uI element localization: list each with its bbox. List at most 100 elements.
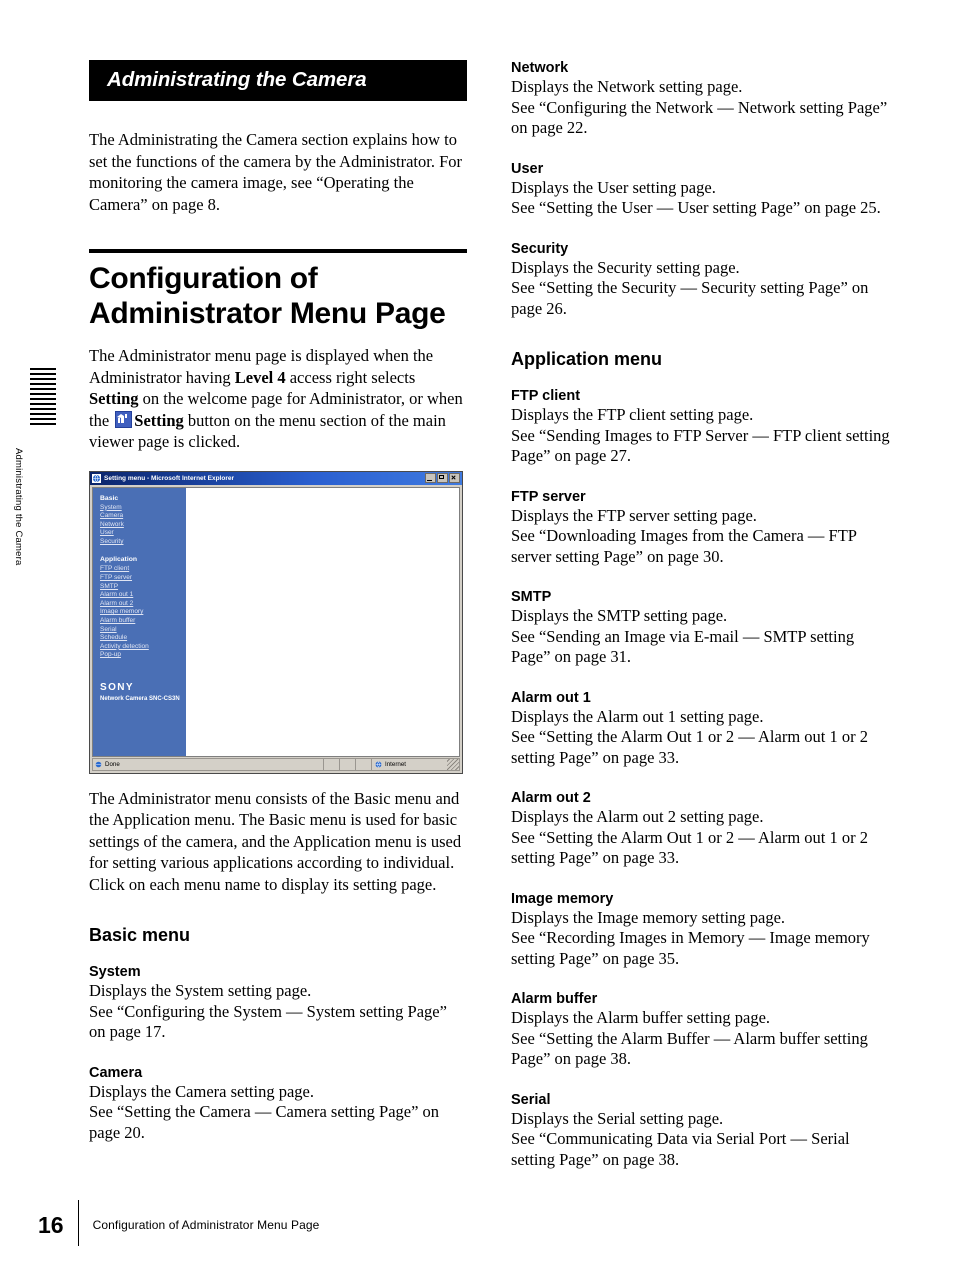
intro-paragraph: The Administrating the Camera section ex… [89, 130, 462, 214]
entry-title-user: User [511, 160, 544, 177]
sidebar-link-smtp[interactable]: SMTP [100, 583, 186, 592]
sidebar-link-security[interactable]: Security [100, 538, 186, 547]
lead-part-2: access right selects [285, 367, 416, 387]
minimize-button[interactable] [425, 473, 436, 483]
heading-application-menu: Application menu [511, 349, 663, 369]
ie-window-icon [92, 473, 101, 483]
footer-running-title: Configuration of Administrator Menu Page [92, 1218, 320, 1232]
ie-window-buttons [425, 473, 460, 483]
maximize-button[interactable] [437, 473, 448, 483]
entry-desc-alarm-out-2-line1: Displays the Alarm out 2 setting page. [511, 807, 764, 826]
security-zone: Internet [372, 759, 447, 770]
sidebar-group-basic-label: Basic [100, 494, 119, 502]
entry-desc-network-line1: Displays the Network setting page. [511, 77, 743, 96]
entry-desc-alarm-out-1-line2: See “Setting the Alarm Out 1 or 2 — Alar… [511, 727, 868, 767]
margin-thumb-tab [30, 368, 56, 488]
left-column: Administrating the Camera The Administra… [89, 60, 467, 1143]
entry-desc-network-line2: See “Configuring the Network — Network s… [511, 97, 888, 138]
sidebar-link-network[interactable]: Network [100, 521, 186, 530]
page-title: Configuration of Administrator Menu Page [89, 262, 446, 330]
entry-title-smtp: SMTP [511, 589, 552, 605]
entry-desc-ftp-client-line1: Displays the FTP client setting page. [511, 405, 754, 424]
margin-section-label: Administrating the Camera [13, 448, 24, 566]
entry-desc-camera-line2: See “Setting the Camera — Camera setting… [89, 1102, 440, 1142]
entry-desc-alarm-buffer-line1: Displays the Alarm buffer setting page. [511, 1008, 771, 1027]
entry-title-network: Network [511, 60, 569, 76]
page-footer: 16 Configuration of Administrator Menu P… [38, 1200, 320, 1246]
entry-desc-smtp-line1: Displays the SMTP setting page. [511, 606, 728, 625]
entry-title-serial: Serial [511, 1091, 551, 1108]
setting-menu-content-pane [186, 487, 459, 756]
entry-title-system: System [89, 964, 141, 980]
lead-paragraph: The Administrator menu page is displayed… [89, 345, 467, 453]
sidebar-link-alarm-buffer[interactable]: Alarm buffer [100, 617, 186, 626]
sidebar-link-camera[interactable]: Camera [100, 512, 186, 521]
heading-basic-menu: Basic menu [89, 925, 191, 945]
sidebar-link-activity-detection[interactable]: Activity detection [100, 643, 186, 652]
lead-bold-setting-2: Setting [134, 410, 184, 430]
thumb-tab-stripes [30, 368, 56, 426]
sony-logo: SONY [100, 682, 134, 693]
status-pane-1 [324, 758, 340, 770]
screenshot-figure-setting-menu: Setting menu - Microsoft Internet Explor… [89, 470, 463, 774]
entry-desc-user-line1: Displays the User setting page. [511, 177, 716, 197]
entry-title-image-memory: Image memory [511, 890, 614, 907]
lead-bold-setting-1: Setting [89, 389, 139, 408]
ie-statusbar: Done Internet [92, 757, 460, 771]
entry-desc-image-memory-line2: See “Recording Images in Memory — Image … [511, 928, 870, 968]
entry-desc-image-memory-line1: Displays the Image memory setting page. [511, 907, 786, 927]
status-pane-2 [340, 758, 356, 770]
entry-title-security: Security [511, 240, 569, 257]
entry-desc-alarm-buffer-line2: See “Setting the Alarm Buffer — Alarm bu… [511, 1028, 868, 1069]
lead-bold-level: Level 4 [234, 367, 286, 387]
after-figure-paragraph: The Administrator menu consists of the B… [89, 788, 462, 894]
entry-desc-alarm-out-2-line2: See “Setting the Alarm Out 1 or 2 — Alar… [511, 827, 868, 868]
resize-grip[interactable] [447, 758, 459, 770]
footer-page-number: 16 [38, 1211, 64, 1238]
ie-titlebar: Setting menu - Microsoft Internet Explor… [90, 471, 462, 485]
sidebar-group-application-label: Application [100, 556, 138, 564]
sidebar-link-ftp-server[interactable]: FTP server [100, 574, 186, 583]
entry-desc-camera-line1: Displays the Camera setting page. [89, 1081, 314, 1101]
ie-status-icon [95, 761, 102, 767]
ie-window-title: Setting menu - Microsoft Internet Explor… [104, 474, 235, 482]
entry-desc-serial-line1: Displays the Serial setting page. [511, 1108, 724, 1128]
status-pane-3 [356, 758, 372, 770]
entry-title-alarm-out-2: Alarm out 2 [511, 790, 591, 806]
sidebar-link-alarm-out-1[interactable]: Alarm out 1 [100, 591, 186, 600]
sidebar-link-serial[interactable]: Serial [100, 626, 186, 635]
entry-title-alarm-buffer: Alarm buffer [511, 991, 598, 1007]
sidebar-link-ftp-client[interactable]: FTP client [100, 565, 186, 574]
close-button[interactable] [449, 473, 460, 483]
setting-icon [115, 410, 133, 428]
title-rule [89, 249, 467, 253]
entry-desc-smtp-line2: See “Sending an Image via E-mail — SMTP … [511, 626, 855, 667]
entry-title-camera: Camera [89, 1064, 143, 1081]
sidebar-link-image-memory[interactable]: Image memory [100, 608, 186, 617]
right-column: Network Displays the Network setting pag… [511, 60, 891, 1170]
sidebar-link-schedule[interactable]: Schedule [100, 634, 186, 643]
camera-model-label: Network Camera SNC-CS3N [100, 696, 180, 702]
sidebar-link-user[interactable]: User [100, 529, 186, 538]
globe-icon [375, 760, 382, 768]
entry-title-alarm-out-1: Alarm out 1 [511, 689, 591, 706]
ie-viewport: Basic System Camera Network User Securit… [92, 486, 460, 757]
entry-title-ftp-server: FTP server [511, 488, 586, 505]
section-banner: Administrating the Camera [89, 60, 467, 101]
setting-menu-sidebar: Basic System Camera Network User Securit… [93, 487, 186, 756]
entry-desc-user-line2: See “Setting the User — User setting Pag… [511, 198, 881, 217]
entry-desc-security-line2: See “Setting the Security — Security set… [511, 278, 869, 318]
status-text: Done [105, 760, 120, 768]
entry-desc-ftp-client-line2: See “Sending Images to FTP Server — FTP … [511, 425, 890, 466]
entry-desc-system-line1: Displays the System setting page. [89, 981, 312, 1000]
footer-divider [77, 1200, 79, 1246]
sidebar-link-system[interactable]: System [100, 504, 186, 513]
entry-desc-ftp-server-line1: Displays the FTP server setting page. [511, 505, 757, 525]
entry-title-ftp-client: FTP client [511, 388, 581, 404]
status-left: Done [93, 758, 324, 770]
sidebar-link-alarm-out-2[interactable]: Alarm out 2 [100, 600, 186, 609]
sidebar-link-pop-up[interactable]: Pop-up [100, 651, 186, 660]
entry-desc-serial-line2: See “Communicating Data via Serial Port … [511, 1129, 850, 1169]
entry-desc-ftp-server-line2: See “Downloading Images from the Camera … [511, 526, 857, 566]
